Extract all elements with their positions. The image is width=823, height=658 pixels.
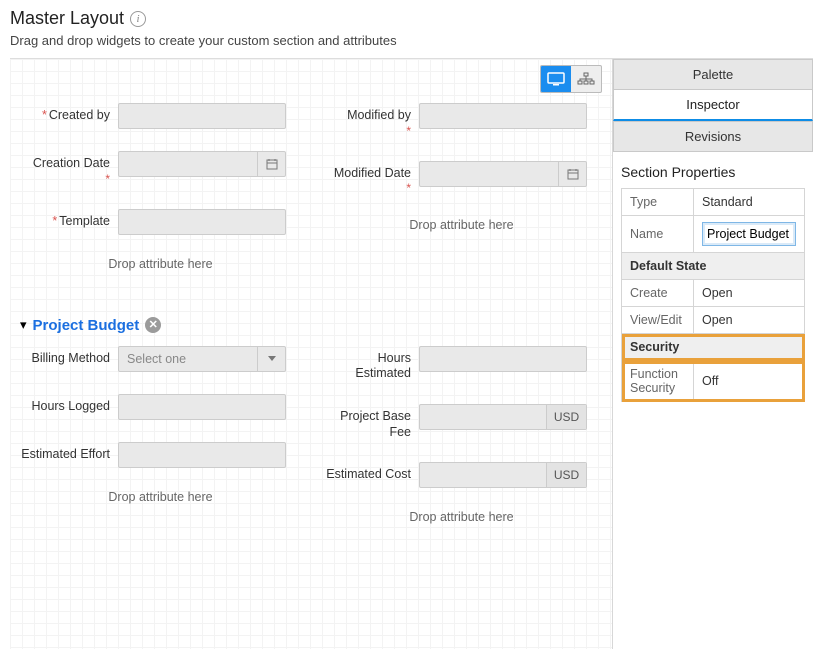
label-billing-method: Billing Method [20,346,118,367]
input-template[interactable] [118,209,286,235]
tab-palette[interactable]: Palette [613,59,813,89]
prop-name-input[interactable] [702,222,796,246]
chevron-down-icon[interactable]: ▾ [20,317,27,333]
page-title-text: Master Layout [10,8,124,29]
view-toggle [540,65,602,93]
page-title: Master Layout i [10,8,813,29]
section-name[interactable]: Project Budget [33,317,140,334]
chevron-down-icon[interactable] [257,347,285,371]
default-state-header: Default State [622,253,805,280]
page-subtitle: Drag and drop widgets to create your cus… [10,33,813,48]
label-modified-date: Modified Date* [321,161,419,197]
select-placeholder: Select one [119,347,257,371]
section-properties-title: Section Properties [621,164,805,180]
input-estimated-effort[interactable] [118,442,286,468]
prop-create-label: Create [622,280,694,307]
label-project-base-fee: Project Base Fee [321,404,419,440]
label-template: *Template [20,209,118,230]
view-hierarchy-button[interactable] [571,66,601,92]
currency-label: USD [546,463,586,487]
label-hours-logged: Hours Logged [20,394,118,415]
select-billing-method[interactable]: Select one [118,346,286,372]
security-header: Security [622,334,805,361]
drop-zone[interactable]: Drop attribute here [321,218,602,232]
prop-name-label: Name [622,216,694,253]
section-header-project-budget[interactable]: ▾ Project Budget ✕ [20,317,602,334]
prop-type-value: Standard [694,189,805,216]
drop-zone[interactable]: Drop attribute here [321,510,602,524]
prop-create-value[interactable]: Open [694,280,805,307]
input-project-base-fee[interactable]: USD [419,404,587,430]
label-estimated-cost: Estimated Cost [321,462,419,483]
label-creation-date: Creation Date* [20,151,118,187]
info-icon[interactable]: i [130,11,146,27]
prop-viewedit-label: View/Edit [622,307,694,334]
input-modified-date[interactable] [419,161,587,187]
input-estimated-cost[interactable]: USD [419,462,587,488]
tab-revisions[interactable]: Revisions [613,121,813,152]
label-created-by: *Created by [20,103,118,124]
calendar-icon[interactable] [257,152,285,176]
currency-label: USD [546,405,586,429]
view-desktop-button[interactable] [541,66,571,92]
side-panel: Palette Inspector Revisions Section Prop… [613,59,813,649]
input-created-by[interactable] [118,103,286,129]
input-creation-date[interactable] [118,151,286,177]
label-hours-estimated: Hours Estimated [321,346,419,382]
prop-func-sec-label: Function Security [622,361,694,402]
layout-canvas[interactable]: *Created by Creation Date* *Template Dro… [10,59,613,649]
input-hours-logged[interactable] [118,394,286,420]
input-modified-by[interactable] [419,103,587,129]
prop-type-label: Type [622,189,694,216]
prop-viewedit-value[interactable]: Open [694,307,805,334]
remove-section-button[interactable]: ✕ [145,317,161,333]
drop-zone[interactable]: Drop attribute here [20,490,301,504]
drop-zone[interactable]: Drop attribute here [20,257,301,271]
input-hours-estimated[interactable] [419,346,587,372]
label-modified-by: Modified by* [321,103,419,139]
calendar-icon[interactable] [558,162,586,186]
tab-inspector[interactable]: Inspector [613,89,813,121]
prop-func-sec-value[interactable]: Off [694,361,805,402]
label-estimated-effort: Estimated Effort [20,442,118,463]
